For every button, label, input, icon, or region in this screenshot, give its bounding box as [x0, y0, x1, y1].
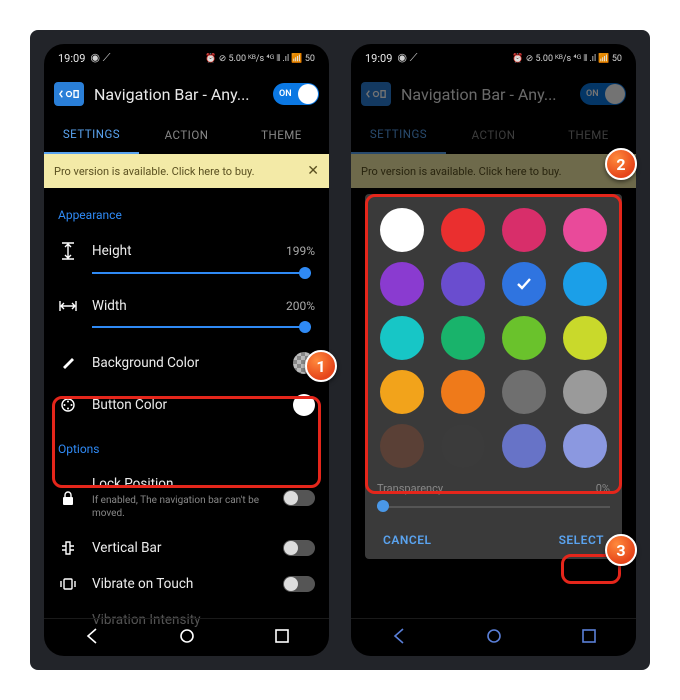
bgcolor-label: Background Color: [92, 355, 199, 371]
app-title: Navigation Bar - Any...: [94, 85, 263, 104]
app-icon: [54, 82, 84, 106]
row-bgcolor[interactable]: Background Color: [58, 342, 315, 384]
nav-recent-icon[interactable]: [580, 627, 598, 649]
bgcolor-icon: [58, 355, 78, 371]
vibrate-toggle[interactable]: [283, 576, 315, 592]
phone-right: 19:09◉ ⟋ ⏰ ⊘ 5.00 ᴷᴮ/s ⁴ᴳ ⫴ .ıl 📶 50 Nav…: [351, 44, 636, 656]
select-button[interactable]: SELECT: [559, 533, 604, 547]
tab-action[interactable]: ACTION: [139, 116, 234, 154]
row-vibrate[interactable]: Vibrate on Touch: [58, 566, 315, 602]
toggle-on-label: ON: [279, 89, 292, 99]
master-toggle[interactable]: ON: [273, 83, 319, 105]
highlight-colors: [52, 396, 321, 488]
nav-home-icon[interactable]: [485, 627, 503, 649]
lock-icon: [58, 490, 78, 506]
height-value: 199%: [286, 244, 315, 258]
callout-3: 3: [605, 534, 637, 566]
promo-close-icon[interactable]: ✕: [307, 163, 319, 179]
callout-1: 1: [305, 350, 337, 382]
vibrate-icon: [58, 577, 78, 591]
status-icons-left: ◉ ⟋: [90, 51, 110, 65]
status-bar: 19:09◉ ⟋ ⏰ ⊘ 5.00 ᴷᴮ/s ⁴ᴳ ⫴ .ıl 📶 50: [351, 44, 636, 72]
height-slider[interactable]: [92, 266, 311, 280]
system-navbar: [44, 618, 329, 656]
master-toggle: ON: [580, 83, 626, 105]
row-width[interactable]: Width 200%: [58, 288, 315, 324]
promo-text: Pro version is available. Click here to …: [54, 165, 255, 178]
vertical-toggle[interactable]: [283, 540, 315, 556]
nav-home-icon[interactable]: [178, 627, 196, 649]
width-slider[interactable]: [92, 320, 311, 334]
nav-back-icon[interactable]: [83, 627, 101, 649]
callout-2: 2: [605, 148, 637, 180]
height-icon: [58, 242, 78, 260]
lock-sub: If enabled, The navigation bar can't be …: [92, 494, 269, 520]
app-icon: [361, 82, 391, 106]
phone-left: 19:09 ◉ ⟋ ⏰ ⊘ 5.00 ᴷᴮ/s ⁴ᴳ ⫴ .ıl 📶 50 Nav…: [44, 44, 329, 656]
section-appearance: Appearance: [58, 208, 315, 222]
nav-back-icon[interactable]: [390, 627, 408, 649]
app-header: Navigation Bar - Any... ON: [44, 72, 329, 116]
tab-theme[interactable]: THEME: [234, 116, 329, 154]
system-navbar: [351, 618, 636, 656]
promo-banner[interactable]: Pro version is available. Click here to …: [44, 154, 329, 188]
width-label: Width: [92, 298, 127, 314]
lock-toggle[interactable]: [283, 490, 315, 506]
row-height[interactable]: Height 199%: [58, 232, 315, 270]
nav-recent-icon[interactable]: [273, 627, 291, 649]
row-vertical[interactable]: Vertical Bar: [58, 530, 315, 566]
tabs: SETTINGS ACTION THEME: [44, 116, 329, 154]
cancel-button[interactable]: CANCEL: [383, 533, 431, 547]
transparency-slider[interactable]: [377, 499, 610, 515]
width-icon: [58, 299, 78, 313]
highlight-grid: [365, 194, 622, 494]
vertical-label: Vertical Bar: [92, 540, 161, 556]
vibrate-label: Vibrate on Touch: [92, 576, 193, 592]
width-value: 200%: [286, 299, 315, 313]
status-icons-right: ⏰ ⊘ 5.00 ᴷᴮ/s ⁴ᴳ ⫴ .ıl 📶 50: [205, 53, 315, 64]
status-bar: 19:09 ◉ ⟋ ⏰ ⊘ 5.00 ᴷᴮ/s ⁴ᴳ ⫴ .ıl 📶 50: [44, 44, 329, 72]
height-label: Height: [92, 243, 132, 259]
status-time: 19:09: [58, 52, 85, 65]
vertical-icon: [58, 540, 78, 556]
tab-settings[interactable]: SETTINGS: [44, 116, 139, 154]
